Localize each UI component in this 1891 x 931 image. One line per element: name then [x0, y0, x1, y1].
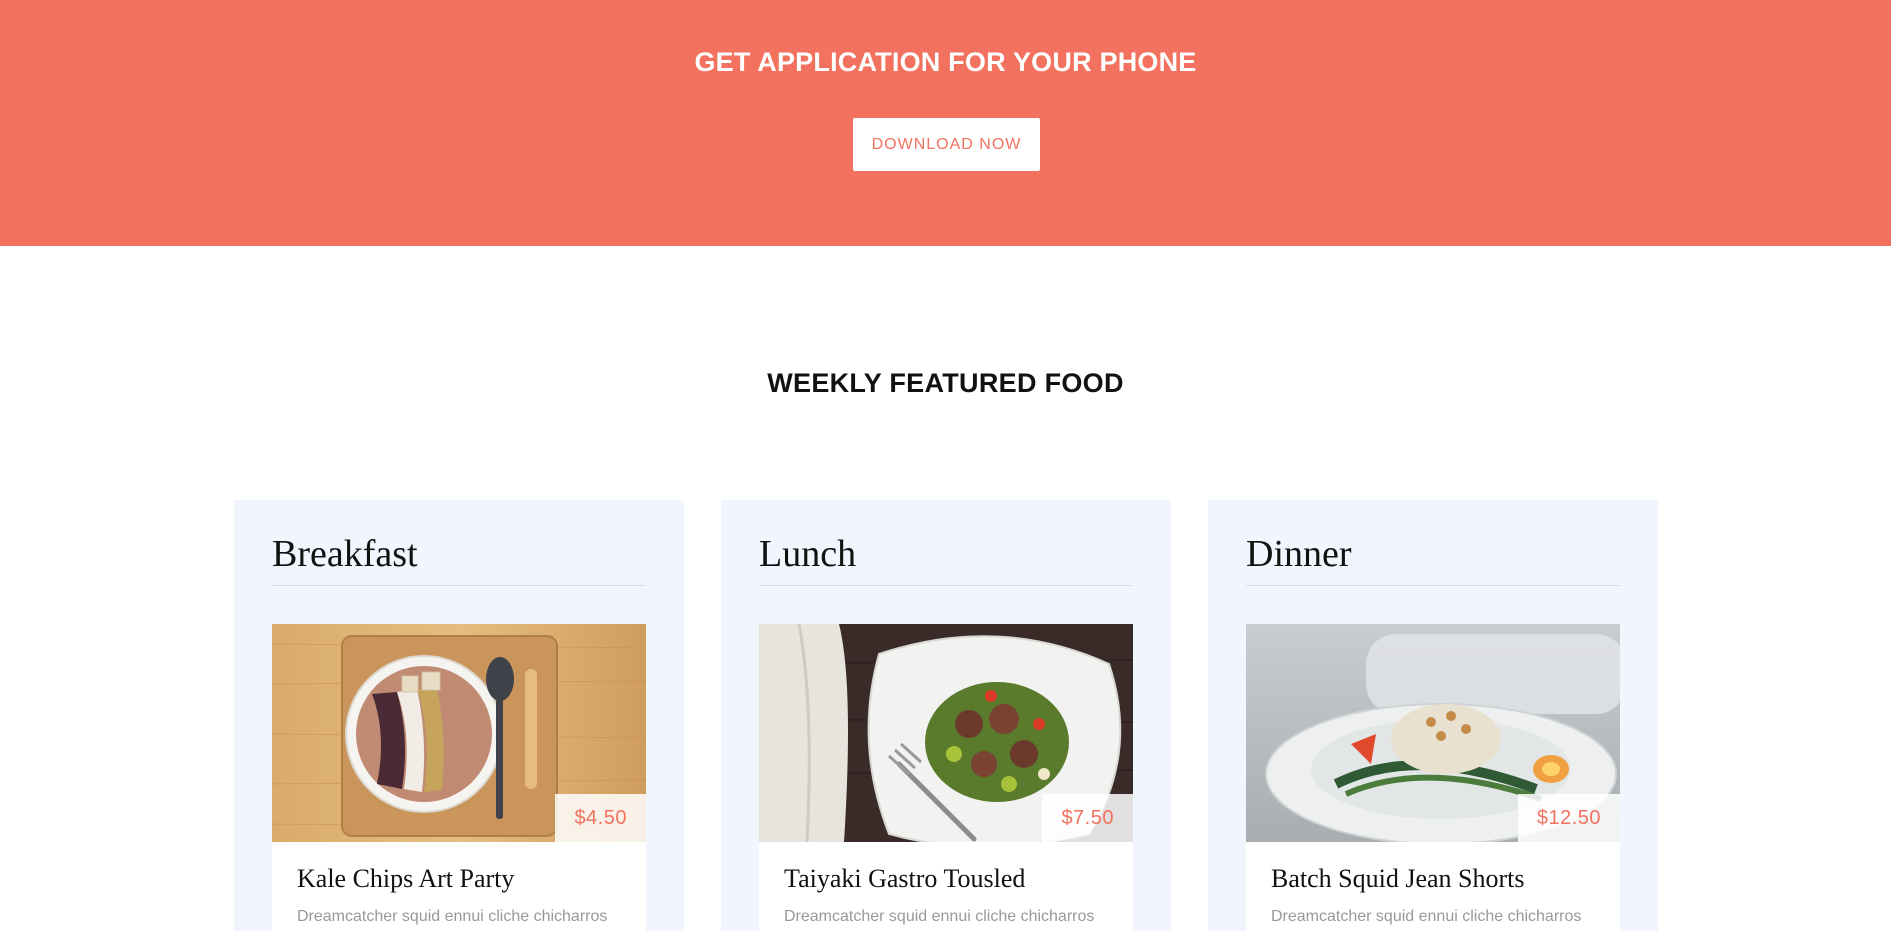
card-divider [759, 585, 1133, 586]
food-name[interactable]: Batch Squid Jean Shorts [1271, 864, 1525, 894]
app-download-banner: GET APPLICATION FOR YOUR PHONE DOWNLOAD … [0, 0, 1891, 246]
banner-title: GET APPLICATION FOR YOUR PHONE [694, 47, 1197, 77]
menu-card-dinner: Dinner $12.50 Batch Squid Jean Shorts Dr… [1208, 500, 1658, 931]
download-now-button[interactable]: DOWNLOAD NOW [853, 118, 1040, 171]
food-name[interactable]: Kale Chips Art Party [297, 864, 514, 894]
food-item[interactable]: $7.50 Taiyaki Gastro Tousled Dreamcatche… [759, 624, 1133, 931]
card-heading: Lunch [759, 533, 857, 575]
food-description: Dreamcatcher squid ennui cliche chicharr… [784, 908, 1095, 925]
food-description: Dreamcatcher squid ennui cliche chicharr… [1271, 908, 1582, 925]
card-divider [272, 585, 646, 586]
card-heading: Breakfast [272, 533, 418, 575]
card-divider [1246, 585, 1620, 586]
price-tag: $7.50 [1042, 794, 1133, 842]
card-heading: Dinner [1246, 533, 1352, 575]
food-item[interactable]: $4.50 Kale Chips Art Party Dreamcatcher … [272, 624, 646, 931]
food-item[interactable]: $12.50 Batch Squid Jean Shorts Dreamcatc… [1246, 624, 1620, 931]
food-name[interactable]: Taiyaki Gastro Tousled [784, 864, 1025, 894]
menu-card-lunch: Lunch $7.50 Taiyaki Gastro Tousled Dream… [721, 500, 1171, 931]
menu-card-breakfast: Breakfast $4.50 Kale Chips Art Party Dre… [234, 500, 684, 931]
section-title: WEEKLY FEATURED FOOD [767, 368, 1124, 398]
price-tag: $12.50 [1517, 794, 1620, 842]
food-description: Dreamcatcher squid ennui cliche chicharr… [297, 908, 608, 925]
price-tag: $4.50 [555, 794, 646, 842]
